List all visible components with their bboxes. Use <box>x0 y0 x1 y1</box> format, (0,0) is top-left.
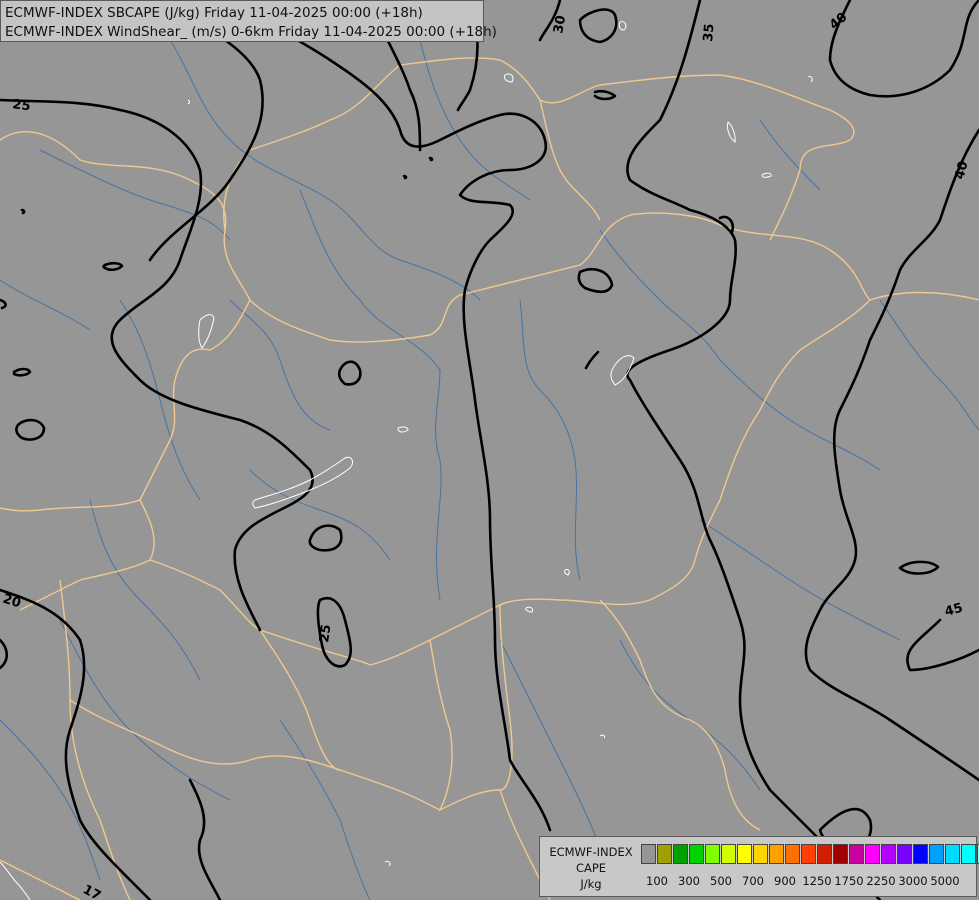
legend-swatch <box>945 844 960 864</box>
legend-title: ECMWF-INDEX CAPE J/kg <box>544 844 638 892</box>
contour-label: 30 <box>551 14 569 34</box>
legend-swatch <box>929 844 944 864</box>
legend-swatch <box>769 844 784 864</box>
legend-tick-label: 1250 <box>802 874 832 888</box>
legend-swatch <box>897 844 912 864</box>
legend-swatch <box>641 844 656 864</box>
legend-swatch <box>865 844 880 864</box>
legend-swatch <box>961 844 976 864</box>
title-line-windshear: ECMWF-INDEX WindShear_ (m/s) 0-6km Frida… <box>5 24 497 40</box>
title-line-cape: ECMWF-INDEX SBCAPE (J/kg) Friday 11-04-2… <box>5 5 423 21</box>
legend-title-unit: J/kg <box>580 877 602 891</box>
legend-tick-label: 900 <box>774 874 796 888</box>
legend-swatch <box>657 844 672 864</box>
legend-swatch <box>801 844 816 864</box>
legend-swatch <box>737 844 752 864</box>
legend-tick-label: 700 <box>742 874 764 888</box>
weather-map: 25 30 35 40 40 20 25 45 17 <box>0 0 979 900</box>
legend-tick-label: 500 <box>710 874 732 888</box>
legend-swatch <box>913 844 928 864</box>
map-title-box: ECMWF-INDEX SBCAPE (J/kg) Friday 11-04-2… <box>0 0 497 42</box>
legend-color-scale <box>641 844 979 864</box>
legend-title-param: CAPE <box>575 861 607 875</box>
legend-swatch <box>785 844 800 864</box>
contour-label: 35 <box>701 23 718 42</box>
legend-swatch <box>753 844 768 864</box>
legend-tick-label: 300 <box>678 874 700 888</box>
legend-swatch <box>849 844 864 864</box>
legend-tick-label: 1750 <box>834 874 864 888</box>
legend-title-model: ECMWF-INDEX <box>549 845 633 859</box>
contour-label: 25 <box>11 97 31 114</box>
legend-tick-labels: 100 300 500 700 900 1250 1750 2250 3000 5000 <box>641 874 971 890</box>
legend-tick-label: 3000 <box>898 874 928 888</box>
legend-swatch <box>817 844 832 864</box>
legend-tick-label: 2250 <box>866 874 896 888</box>
legend-swatch <box>689 844 704 864</box>
legend-swatch <box>721 844 736 864</box>
legend-tick-label: 100 <box>646 874 668 888</box>
legend-swatch <box>673 844 688 864</box>
legend-tick-label: 5000 <box>930 874 960 888</box>
legend-swatch <box>833 844 848 864</box>
legend-swatch <box>705 844 720 864</box>
legend-swatch <box>881 844 896 864</box>
cape-legend: ECMWF-INDEX CAPE J/kg 100 300 500 700 900 125… <box>539 836 979 897</box>
contour-label: 25 <box>317 624 334 644</box>
